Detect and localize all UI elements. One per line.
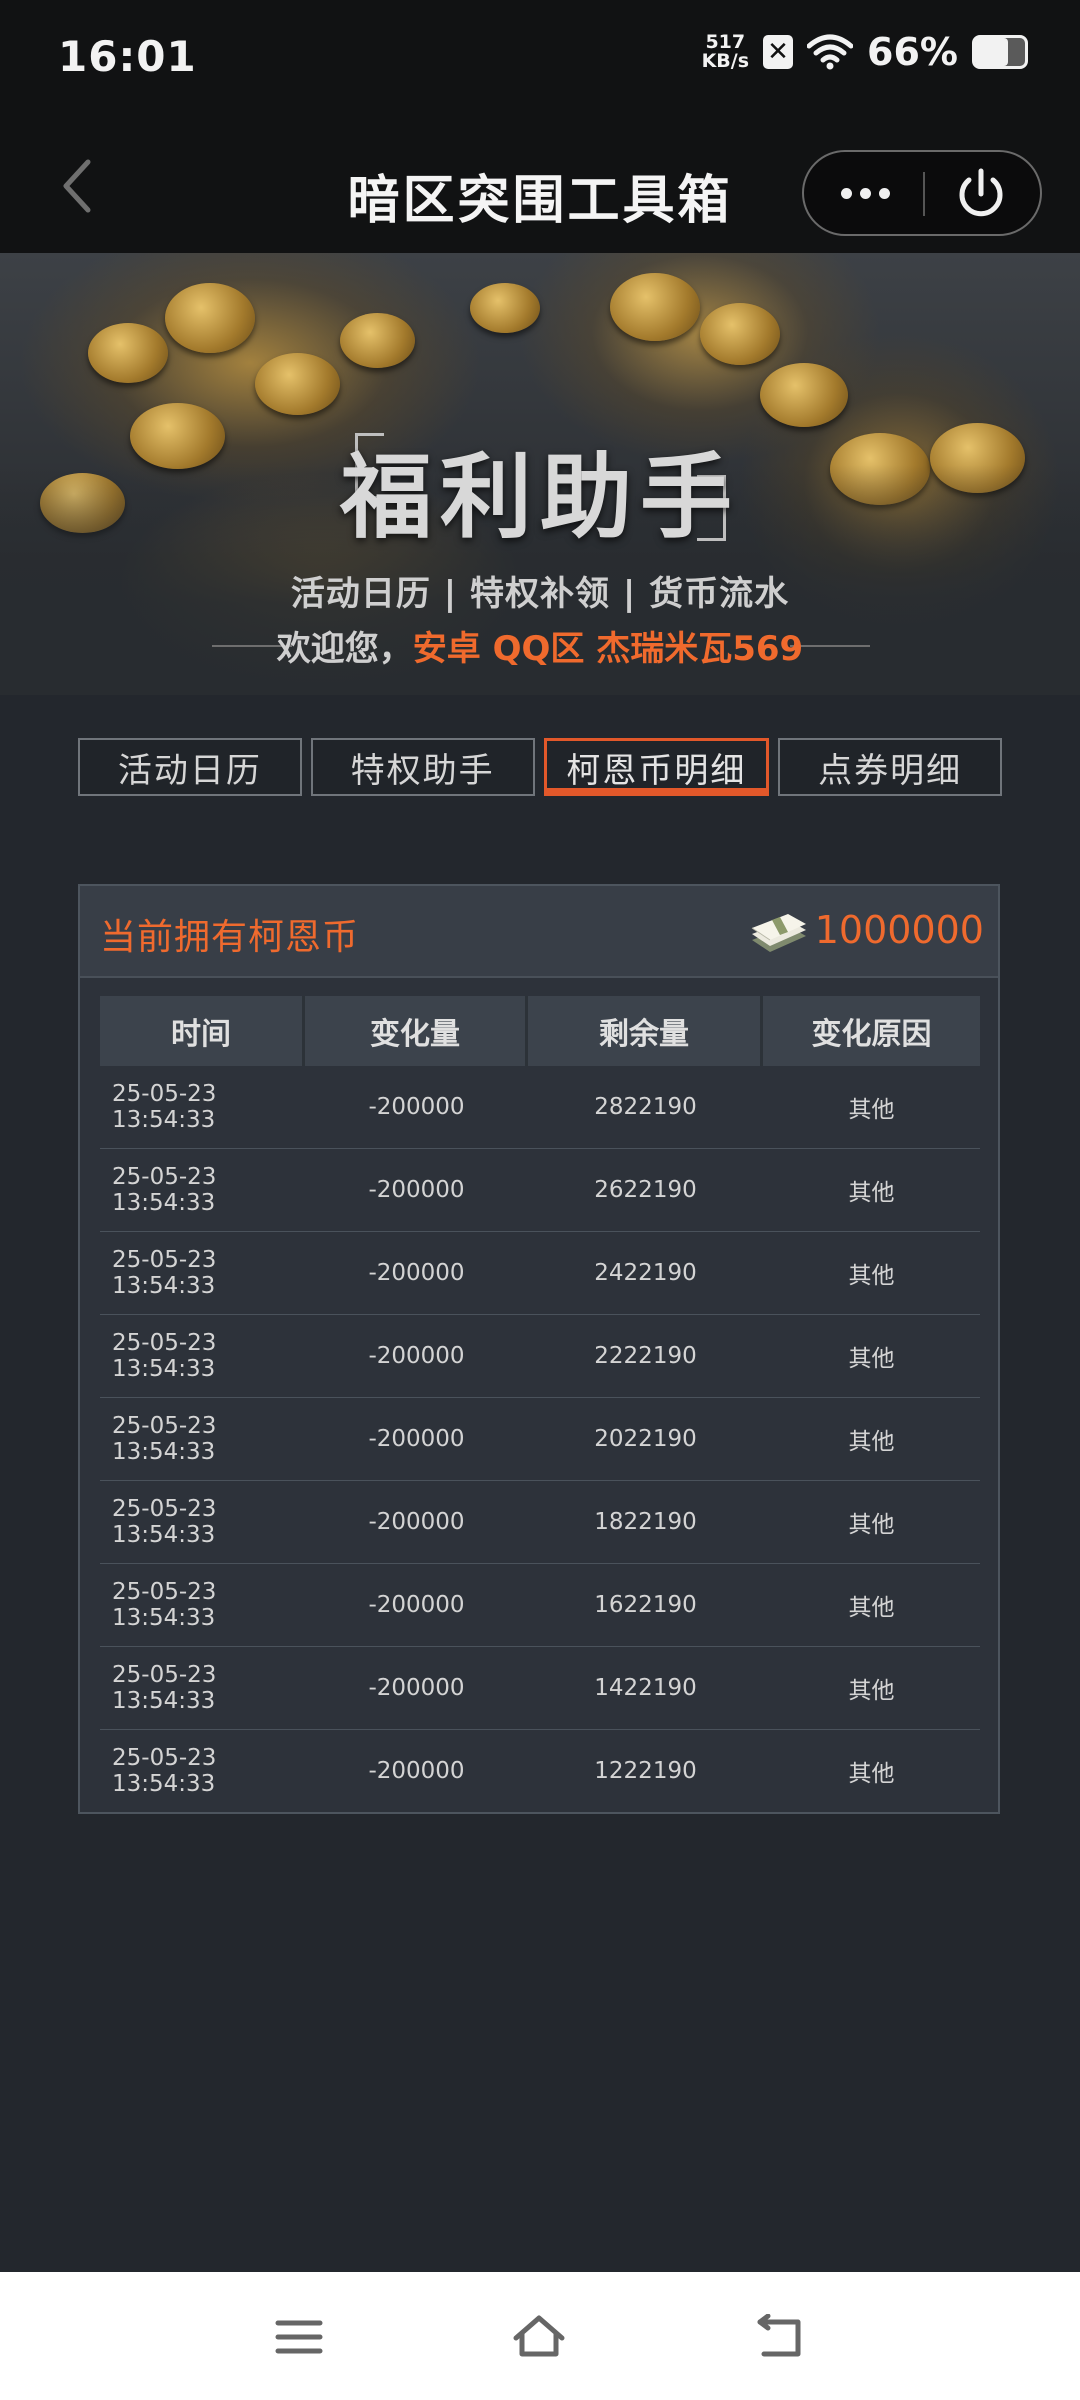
cell-reason: 其他 <box>763 1647 980 1730</box>
cell-change: -200000 <box>305 1398 528 1481</box>
network-speed-unit: KB/s <box>701 50 750 72</box>
welcome-text: 欢迎您，安卓 QQ区 杰瑞米瓦569 <box>0 621 1080 670</box>
cell-reason: 其他 <box>763 1481 980 1564</box>
cell-time: 25-05-23 13:54:33 <box>100 1564 305 1647</box>
cell-change: -200000 <box>305 1481 528 1564</box>
network-speed: 517 KB/s <box>702 33 749 71</box>
cell-change: -200000 <box>305 1315 528 1398</box>
ledger-table: 时间 变化量 剩余量 变化原因 25-05-23 13:54:33 -20000… <box>100 996 980 1812</box>
table-row: 25-05-23 13:54:33 -200000 1422190 其他 <box>100 1647 980 1730</box>
welcome-prefix: 欢迎您， <box>276 629 413 669</box>
tab-activity-calendar[interactable]: 活动日历 <box>78 738 302 796</box>
coin-decoration <box>470 283 540 333</box>
cell-change: -200000 <box>305 1647 528 1730</box>
battery-percent: 66% <box>867 30 958 74</box>
coin-ledger-panel: 当前拥有柯恩币 1000000 时间 变化量 剩余量 变化原因 25-05-23… <box>78 884 1000 1814</box>
capsule-divider <box>923 172 925 216</box>
mini-program-capsule <box>802 150 1042 236</box>
balance-label: 当前拥有柯恩币 <box>100 917 360 958</box>
tab-voucher-detail[interactable]: 点券明细 <box>778 738 1002 796</box>
panel-header: 当前拥有柯恩币 1000000 <box>80 886 998 978</box>
more-icon[interactable] <box>834 170 896 216</box>
column-header-remaining: 剩余量 <box>528 996 763 1066</box>
status-right-cluster: 517 KB/s ✕ 66% <box>702 30 1028 74</box>
cell-reason: 其他 <box>763 1315 980 1398</box>
tab-privilege-helper[interactable]: 特权助手 <box>310 738 535 796</box>
welcome-account: 安卓 QQ区 杰瑞米瓦569 <box>412 629 804 669</box>
coin-decoration <box>340 313 415 368</box>
table-row: 25-05-23 13:54:33 -200000 1822190 其他 <box>100 1481 980 1564</box>
welfare-banner: 福利助手 活动日历 | 特权补领 | 货币流水 欢迎您，安卓 QQ区 杰瑞米瓦5… <box>0 253 1080 695</box>
cell-reason: 其他 <box>763 1232 980 1315</box>
cell-change: -200000 <box>305 1232 528 1315</box>
close-box-icon: ✕ <box>763 35 794 69</box>
table-row: 25-05-23 13:54:33 -200000 2622190 其他 <box>100 1149 980 1232</box>
cell-remaining: 1422190 <box>528 1647 763 1730</box>
coin-decoration <box>255 353 340 415</box>
coin-decoration <box>760 363 848 427</box>
system-nav-bar <box>0 2272 1080 2400</box>
cell-reason: 其他 <box>763 1149 980 1232</box>
status-time: 16:01 <box>58 32 197 81</box>
cell-time: 25-05-23 13:54:33 <box>100 1647 305 1730</box>
cell-reason: 其他 <box>763 1398 980 1481</box>
coin-decoration <box>700 303 780 365</box>
coin-decoration <box>165 283 255 353</box>
cell-time: 25-05-23 13:54:33 <box>100 1232 305 1315</box>
table-row: 25-05-23 13:54:33 -200000 2422190 其他 <box>100 1232 980 1315</box>
cell-change: -200000 <box>305 1564 528 1647</box>
table-row: 25-05-23 13:54:33 -200000 2822190 其他 <box>100 1066 980 1149</box>
cell-remaining: 1622190 <box>528 1564 763 1647</box>
cell-remaining: 2822190 <box>528 1066 763 1149</box>
cell-time: 25-05-23 13:54:33 <box>100 1398 305 1481</box>
cell-remaining: 2622190 <box>528 1149 763 1232</box>
cell-time: 25-05-23 13:54:33 <box>100 1149 305 1232</box>
banner-subtitle: 活动日历 | 特权补领 | 货币流水 <box>290 574 790 614</box>
wifi-icon <box>807 34 854 70</box>
money-stack-icon <box>751 914 806 952</box>
balance-amount: 1000000 <box>814 908 984 952</box>
column-header-time: 时间 <box>100 996 305 1066</box>
column-header-change: 变化量 <box>305 996 528 1066</box>
cell-reason: 其他 <box>763 1564 980 1647</box>
cell-remaining: 2022190 <box>528 1398 763 1481</box>
battery-icon <box>972 35 1028 69</box>
cell-remaining: 1222190 <box>594 1758 697 1784</box>
cell-time: 25-05-23 13:54:33 <box>112 1745 217 1797</box>
battery-fill <box>975 38 1008 66</box>
cell-change: -200000 <box>368 1758 465 1784</box>
cell-remaining: 2222190 <box>528 1315 763 1398</box>
table-row: 25-05-23 13:54:33 -200000 1622190 其他 <box>100 1564 980 1647</box>
cell-time: 25-05-23 13:54:33 <box>100 1481 305 1564</box>
banner-logo-text: 福利助手 <box>339 444 740 551</box>
back-arrow-icon[interactable] <box>752 2314 806 2360</box>
cell-change: -200000 <box>305 1066 528 1149</box>
cell-time: 25-05-23 13:54:33 <box>100 1315 305 1398</box>
table-row: 25-05-23 13:54:33 -200000 1222190 其他 <box>100 1730 980 1812</box>
power-icon[interactable] <box>952 166 1010 222</box>
tab-bar: 活动日历 特权助手 柯恩币明细 点券明细 <box>78 738 1002 796</box>
status-bar: 16:01 517 KB/s ✕ 66% <box>0 0 1080 118</box>
tab-koen-coin-detail[interactable]: 柯恩币明细 <box>543 738 770 796</box>
cell-reason: 其他 <box>848 1761 895 1787</box>
cell-remaining: 2422190 <box>528 1232 763 1315</box>
table-row: 25-05-23 13:54:33 -200000 2022190 其他 <box>100 1398 980 1481</box>
home-icon[interactable] <box>512 2314 566 2360</box>
cell-remaining: 1822190 <box>528 1481 763 1564</box>
menu-icon[interactable] <box>272 2314 326 2360</box>
table-header-row: 时间 变化量 剩余量 变化原因 <box>100 996 980 1066</box>
nav-bar: 暗区突围工具箱 <box>0 118 1080 253</box>
table-row: 25-05-23 13:54:33 -200000 2222190 其他 <box>100 1315 980 1398</box>
cell-change: -200000 <box>305 1149 528 1232</box>
cell-time: 25-05-23 13:54:33 <box>100 1066 305 1149</box>
cell-reason: 其他 <box>763 1066 980 1149</box>
coin-decoration <box>610 273 700 341</box>
column-header-reason: 变化原因 <box>763 996 980 1066</box>
coin-decoration <box>88 323 168 383</box>
